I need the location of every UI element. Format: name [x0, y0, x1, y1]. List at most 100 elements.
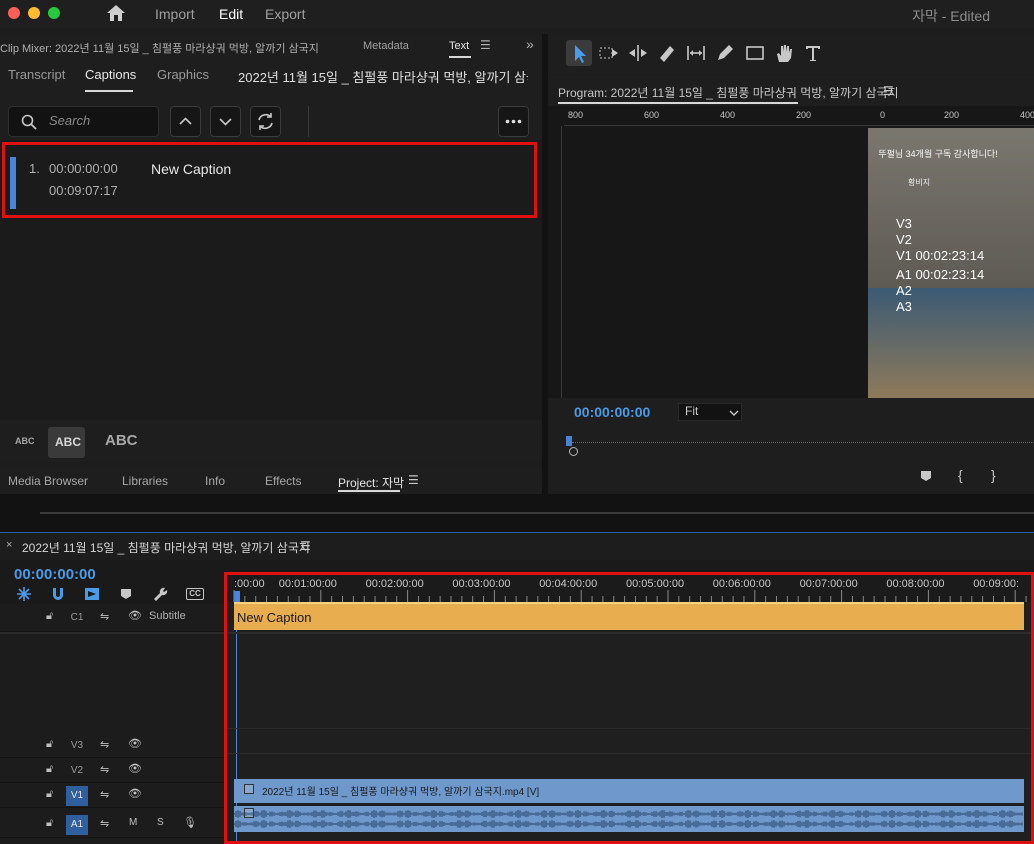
slip-tool[interactable] [685, 42, 707, 64]
maximize-window-button[interactable] [48, 7, 60, 19]
text-tab[interactable]: Text [449, 40, 469, 52]
previous-caption-button[interactable] [170, 106, 201, 137]
zoom-select[interactable]: Fit [678, 403, 742, 421]
workspace-tab-edit[interactable]: Edit [219, 6, 243, 22]
minimize-window-button[interactable] [28, 7, 40, 19]
zoom-handle[interactable] [569, 447, 578, 456]
lock-icon[interactable]: 🔓︎ [46, 738, 53, 751]
video-overlay-top: 뚜펄님 34개월 구독 감사합니다! [878, 149, 998, 159]
timeline-timecode[interactable]: 00:00:00:00 [14, 566, 96, 583]
font-size-large-button[interactable]: ABC [105, 432, 138, 449]
video-preview-area[interactable]: 800 600 400 200 0 200 400 뚜펄님 34개월 구독 감사… [548, 106, 1034, 398]
panel-menu-icon[interactable]: ☰ [883, 84, 894, 98]
tab-libraries[interactable]: Libraries [122, 474, 168, 488]
mark-out-button[interactable]: } [991, 467, 996, 483]
playhead[interactable] [234, 591, 240, 602]
caption-search-box[interactable] [8, 106, 159, 137]
fx-badge-icon [244, 784, 254, 794]
add-marker-button[interactable] [920, 470, 932, 482]
audio-clip[interactable] [234, 806, 1024, 832]
wrench-icon[interactable] [152, 586, 168, 602]
hand-tool[interactable] [773, 42, 795, 64]
search-input[interactable] [49, 113, 149, 128]
sequence-area[interactable]: :00:00 00:01:00:00 00:02:00:00 00:03:00:00 0… [224, 572, 1034, 844]
solo-button[interactable]: S [157, 817, 164, 828]
panel-menu-icon[interactable]: ☰ [408, 473, 419, 487]
selection-tool[interactable] [566, 40, 592, 66]
text-panel: Clip Mixer: 2022년 11월 15일 _ 침펄풍 마라샹궈 먹방,… [0, 34, 542, 462]
chevron-down-icon [729, 410, 739, 416]
lock-icon[interactable]: 🔓︎ [46, 817, 53, 830]
track-label[interactable]: A1 [66, 815, 88, 835]
program-timecode[interactable]: 00:00:00:00 [574, 404, 650, 420]
caption-clip[interactable]: New Caption [234, 602, 1024, 630]
timeline-panel: × 2022년 11월 15일 _ 침펄풍 마라샹궈 먹방, 알까기 삼국지 ☰… [0, 532, 1034, 844]
rectangle-tool[interactable] [744, 42, 766, 64]
workspace-tab-import[interactable]: Import [155, 6, 195, 22]
sync-lock-icon[interactable]: ⇋ [100, 788, 109, 801]
tab-info[interactable]: Info [205, 474, 225, 488]
sync-lock-icon[interactable]: ⇋ [100, 817, 109, 830]
clip-mixer-tab[interactable]: Clip Mixer: 2022년 11월 15일 _ 침펄풍 마라샹궈 먹방,… [0, 40, 345, 56]
sync-lock-icon[interactable]: ⇋ [100, 738, 109, 751]
tab-transcript[interactable]: Transcript [8, 67, 65, 82]
next-caption-button[interactable] [210, 106, 241, 137]
eye-icon[interactable]: 👁︎ [128, 762, 142, 775]
track-label[interactable]: V3 [66, 736, 88, 756]
lock-icon[interactable]: 🔓︎ [46, 788, 53, 801]
caption-item[interactable]: 1. 00:00:00:00 00:09:07:17 New Caption [2, 142, 537, 218]
tab-media-browser[interactable]: Media Browser [8, 474, 88, 488]
snap-icon[interactable] [50, 586, 66, 602]
tab-captions[interactable]: Captions [85, 67, 136, 82]
panel-overflow-icon[interactable]: » [526, 36, 534, 52]
tab-effects[interactable]: Effects [265, 474, 301, 488]
tab-project[interactable]: Project: 자막 [338, 474, 404, 491]
lock-icon[interactable]: 🔓︎ [46, 763, 53, 776]
track-name: Subtitle [149, 610, 186, 622]
track-select-tool[interactable] [598, 42, 620, 64]
metadata-tab[interactable]: Metadata [363, 40, 409, 52]
hand-icon [777, 45, 792, 62]
more-options-button[interactable] [498, 106, 529, 137]
lock-icon[interactable]: 🔓︎ [46, 610, 53, 623]
sync-lock-icon[interactable]: ⇋ [100, 763, 109, 776]
nest-toggle-icon[interactable] [16, 586, 32, 602]
program-scrubber[interactable] [566, 436, 1034, 450]
eye-icon[interactable]: 👁︎ [128, 787, 142, 800]
track-label[interactable]: V1 [66, 786, 88, 806]
eye-icon[interactable]: 👁︎ [128, 609, 142, 622]
home-icon[interactable] [106, 4, 126, 22]
sync-lock-icon[interactable]: ⇋ [100, 610, 109, 623]
ruler-label: :00:00 [234, 578, 265, 590]
track-label[interactable]: C1 [66, 608, 88, 628]
tab-graphics[interactable]: Graphics [157, 67, 209, 82]
type-tool[interactable] [802, 42, 824, 64]
close-tab-icon[interactable]: × [6, 539, 12, 551]
panel-menu-icon[interactable]: ☰ [300, 539, 311, 553]
track-label[interactable]: V2 [66, 761, 88, 781]
razor-tool[interactable] [656, 42, 678, 64]
time-ruler[interactable]: :00:00 00:01:00:00 00:02:00:00 00:03:00:00 0… [224, 572, 1034, 602]
linked-selection-icon[interactable] [84, 586, 100, 602]
microphone-icon[interactable]: 🎙︎ [183, 816, 197, 829]
workspace-tab-export[interactable]: Export [265, 6, 305, 22]
ripple-edit-tool[interactable] [627, 42, 649, 64]
close-window-button[interactable] [8, 7, 20, 19]
eye-icon[interactable]: 👁︎ [128, 737, 142, 750]
replace-button[interactable] [250, 106, 281, 137]
mark-in-button[interactable]: { [958, 467, 963, 483]
sequence-tab[interactable]: 2022년 11월 15일 _ 침펄풍 마라샹궈 먹방, 알까기 삼국지 [22, 539, 310, 556]
font-size-medium-button[interactable]: ABC [55, 435, 81, 449]
font-size-small-button[interactable]: ABC [15, 436, 35, 446]
track-spacer [0, 632, 224, 732]
panel-menu-icon[interactable]: ☰ [480, 38, 491, 52]
captions-display-icon[interactable]: CC [186, 588, 204, 600]
panel-splitter-horizontal[interactable] [0, 494, 1034, 532]
add-marker-icon[interactable] [120, 588, 132, 600]
project-tab-underline [338, 490, 400, 492]
pen-tool[interactable] [714, 42, 736, 64]
caption-text[interactable]: New Caption [151, 161, 231, 177]
mute-button[interactable]: M [129, 817, 137, 828]
chevron-down-icon [219, 118, 232, 126]
video-clip[interactable]: 2022년 11월 15일 _ 침펄풍 마라샹궈 먹방, 알까기 삼국지.mp4… [234, 779, 1024, 803]
